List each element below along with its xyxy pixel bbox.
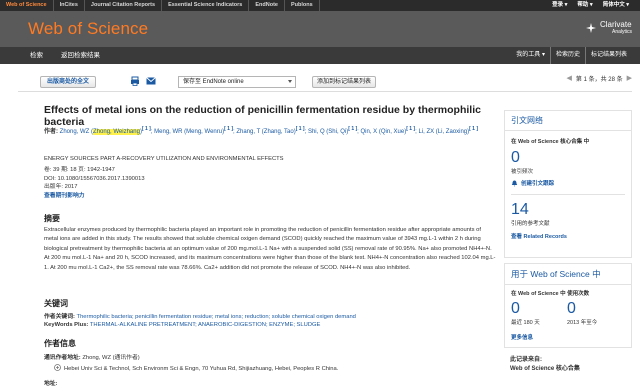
product-link-jcr[interactable]: Journal Citation Reports	[85, 0, 163, 11]
clarivate-name: Clarivate	[599, 20, 632, 29]
pager-text: 第 1 条，共 28 条	[575, 76, 623, 83]
references-count[interactable]: 14	[505, 201, 631, 219]
authors-label: 作者:	[44, 129, 58, 135]
usage-180-count: 0	[511, 300, 520, 317]
record-pager: ◀ 第 1 条，共 28 条 ▶	[567, 72, 632, 84]
prev-record-icon[interactable]: ◀	[567, 74, 572, 82]
references-label: 引用的参考文献	[511, 221, 550, 227]
corresponding-author: Zhong, WZ (通讯作者)	[82, 355, 140, 361]
publisher-fulltext-button[interactable]: 出版商处的全文	[40, 76, 96, 88]
times-cited-label: 被引频次	[511, 169, 534, 175]
product-bar: Web of Science InCites Journal Citation …	[0, 0, 640, 11]
keywords-plus: KeyWords Plus: THERMAL-ALKALINE PRETREAT…	[44, 322, 321, 328]
nav-marked-list[interactable]: 标记结果列表	[584, 47, 632, 64]
related-records-link[interactable]: 查看 Related Records	[505, 232, 631, 240]
print-icon[interactable]	[130, 76, 140, 88]
usage-180-label: 最近 180 天	[511, 320, 540, 326]
volume-issue-pages: 卷: 39 期: 18 页: 1942-1947	[44, 167, 115, 173]
journal-name[interactable]: ENERGY SOURCES PART A-RECOVERY UTILIZATI…	[44, 156, 284, 162]
author-link-5[interactable]: Qin, X (Qin, Xue)[ 1 ]	[361, 126, 416, 135]
language-menu[interactable]: 简体中文 ▾	[598, 0, 634, 11]
add-to-marked-list-button[interactable]: 添加到标记结果列表	[312, 76, 376, 88]
usage-2013-label: 2013 年至今	[567, 320, 598, 326]
author-info-heading: 作者信息	[44, 339, 76, 348]
usage-2013-count: 0	[567, 300, 576, 317]
usage-title: 用于 Web of Science 中	[505, 264, 631, 285]
times-cited-count: 0	[511, 149, 520, 166]
signin-menu[interactable]: 登录 ▾	[547, 0, 572, 11]
citation-network-panel: 引文网络 在 Web of Science 核心合集 中 0 被引频次 创建引文…	[504, 110, 632, 258]
clarivate-logo: Clarivate Analytics	[585, 21, 632, 35]
create-alert-link[interactable]: 创建引文跟踪	[505, 175, 631, 187]
citation-network-title: 引文网络	[505, 111, 631, 131]
corresponding-address: 通讯作者地址: Zhong, WZ (通讯作者)	[44, 355, 140, 361]
author-link-2[interactable]: Meng, WR (Meng, Wenru)[ 1 ]	[154, 126, 233, 135]
journal-impact-link[interactable]: 查看期刊影响力	[44, 192, 145, 201]
doi: DOI: 10.1080/15567036.2017.1390013	[44, 175, 145, 182]
author-link-1[interactable]: Zhong, WZ (Zhong, Weizhang)[ 1 ]	[60, 126, 151, 135]
author-link-6[interactable]: Li, ZX (Li, Zaoxing)[ 1 ]	[418, 126, 478, 135]
wos-logo[interactable]: Web of Science	[28, 19, 148, 39]
nav-back-to-results[interactable]: 返回检索结果	[61, 47, 100, 64]
address-value: Hebei Univ Sci & Technol, Sch Environm S…	[64, 365, 339, 372]
address-label: 地址:	[44, 381, 58, 387]
author-list: 作者: Zhong, WZ (Zhong, Weizhang)[ 1 ]; Me…	[44, 126, 479, 135]
brand-header: Web of Science Clarivate Analytics	[0, 11, 640, 47]
core-collection-label: 在 Web of Science 核心合集 中	[511, 139, 590, 145]
publication-year: 出版年: 2017	[44, 184, 78, 190]
product-link-endnote[interactable]: EndNote	[249, 0, 285, 11]
abstract-text: Extracellular enzymes produced by thermo…	[44, 227, 496, 271]
keywords-heading: 关键词	[44, 299, 68, 308]
author-keywords: 作者关键词: Thermophilic bacteria; penicillin…	[44, 314, 356, 320]
record-source-panel: 此记录来自: Web of Science 核心合集	[504, 354, 632, 384]
record-from-label: 此记录来自:	[510, 357, 542, 363]
keywords-plus-value[interactable]: THERMAL-ALKALINE PRETREATMENT; ANAEROBIC…	[90, 322, 321, 328]
author-link-3[interactable]: Zhang, T (Zhang, Tao)[ 1 ]	[236, 126, 304, 135]
product-link-esi[interactable]: Essential Science Indicators	[162, 0, 250, 11]
chevron-down-icon	[288, 80, 292, 83]
bell-icon	[511, 180, 518, 187]
record-source: Web of Science 核心合集	[510, 366, 580, 372]
next-record-icon[interactable]: ▶	[627, 74, 632, 82]
expand-icon[interactable]	[54, 364, 61, 373]
nav-my-tools[interactable]: 我的工具 ▾	[511, 47, 550, 64]
save-to-select[interactable]: 保存至 EndNote online	[178, 76, 296, 88]
abstract-heading: 摘要	[44, 214, 60, 223]
save-to-select-value: 保存至 EndNote online	[183, 79, 244, 85]
usage-panel: 用于 Web of Science 中 在 Web of Science 中 使…	[504, 263, 632, 348]
more-info-link[interactable]: 更多信息	[505, 333, 631, 341]
nav-search-history[interactable]: 检索历史	[549, 47, 585, 64]
product-link-incites[interactable]: InCites	[54, 0, 85, 11]
main-nav: 检索 返回检索结果 我的工具 ▾ 检索历史 标记结果列表	[0, 47, 640, 64]
address-line: Hebei Univ Sci & Technol, Sch Environm S…	[54, 364, 338, 373]
clarivate-mark-icon	[585, 22, 597, 34]
publication-meta: 卷: 39 期: 18 页: 1942-1947 DOI: 10.1080/15…	[44, 166, 145, 200]
help-menu[interactable]: 帮助 ▾	[572, 0, 597, 11]
product-link-publons[interactable]: Publons	[285, 0, 320, 11]
record-toolbar: 出版商处的全文 保存至 EndNote online 添加到标记结果列表 ◀ 第…	[18, 70, 632, 92]
product-link-wos[interactable]: Web of Science	[0, 0, 54, 11]
author-keywords-value[interactable]: Thermophilic bacteria; penicillin fermen…	[77, 314, 356, 320]
clarivate-sub: Analytics	[611, 29, 632, 35]
email-icon[interactable]	[146, 77, 156, 87]
nav-search[interactable]: 检索	[30, 47, 43, 64]
usage-sub: 在 Web of Science 中 使用次数	[511, 291, 590, 297]
author-link-4[interactable]: Shi, Q (Shi, Qi)[ 1 ]	[308, 126, 357, 135]
